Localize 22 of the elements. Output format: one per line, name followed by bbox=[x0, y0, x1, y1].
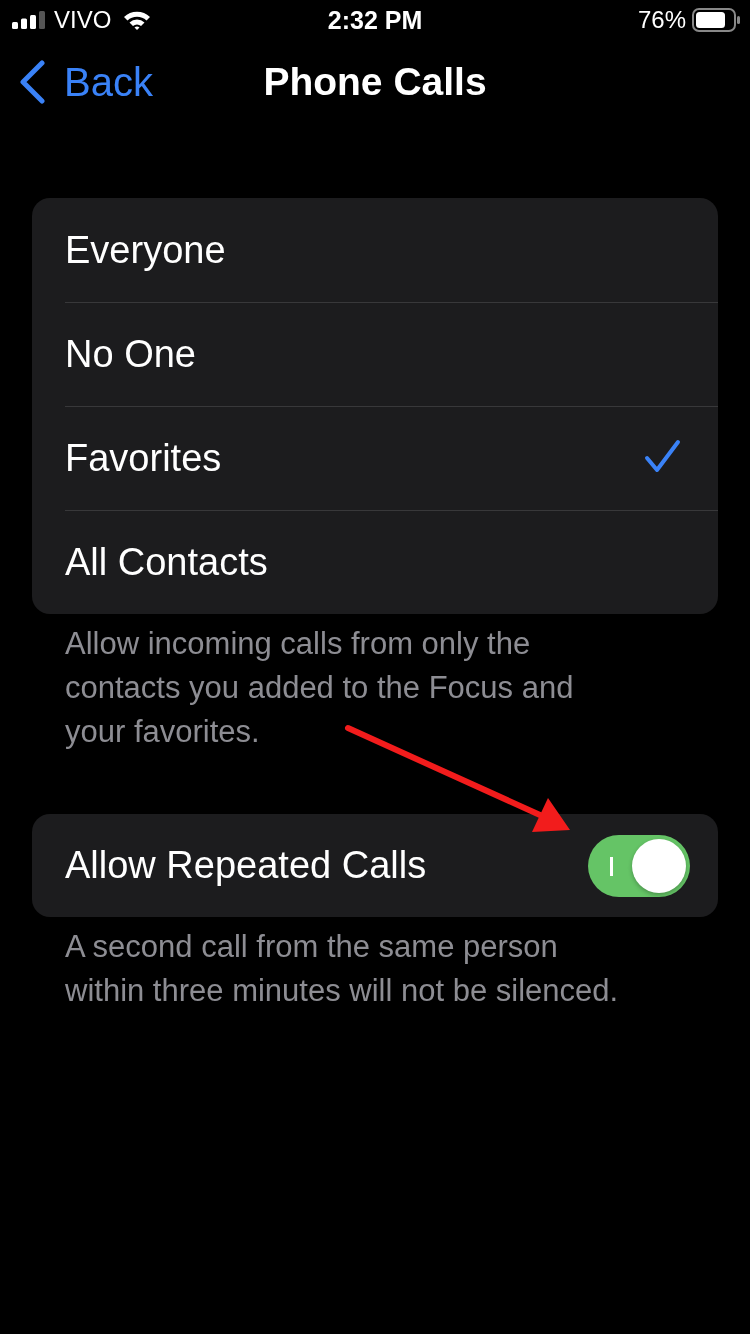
option-label: No One bbox=[65, 333, 196, 376]
option-row[interactable]: All Contacts bbox=[65, 510, 718, 614]
option-row[interactable]: Favorites bbox=[65, 406, 718, 510]
options-description: Allow incoming calls from only the contacts you added to the Focus and your favorites. bbox=[64, 625, 575, 751]
battery-icon bbox=[692, 8, 740, 32]
option-label: Everyone bbox=[65, 228, 226, 272]
carrier-name: VIVO bbox=[54, 6, 112, 34]
signal-icon bbox=[12, 11, 46, 29]
option-row[interactable]: Everyone bbox=[65, 198, 718, 302]
chevron-left-icon bbox=[18, 60, 46, 104]
repeated-calls-label: Allow Repeated Calls bbox=[65, 844, 427, 887]
page-title: Phone Calls bbox=[262, 60, 488, 104]
status-time: 2:32 PM bbox=[326, 5, 424, 35]
vertical-line-icon bbox=[610, 856, 613, 876]
option-label: Favorites bbox=[65, 437, 222, 480]
option-row[interactable]: No One bbox=[65, 302, 718, 406]
back-button[interactable]: Back bbox=[0, 59, 153, 105]
wifi-icon bbox=[123, 10, 152, 30]
option-label: All Contacts bbox=[65, 541, 268, 584]
battery-percentage: 76% bbox=[637, 6, 686, 34]
toggle-knob bbox=[632, 838, 686, 893]
repeated-calls-description: A second call from the same person within three minutes will not be silenced. bbox=[64, 928, 620, 1010]
